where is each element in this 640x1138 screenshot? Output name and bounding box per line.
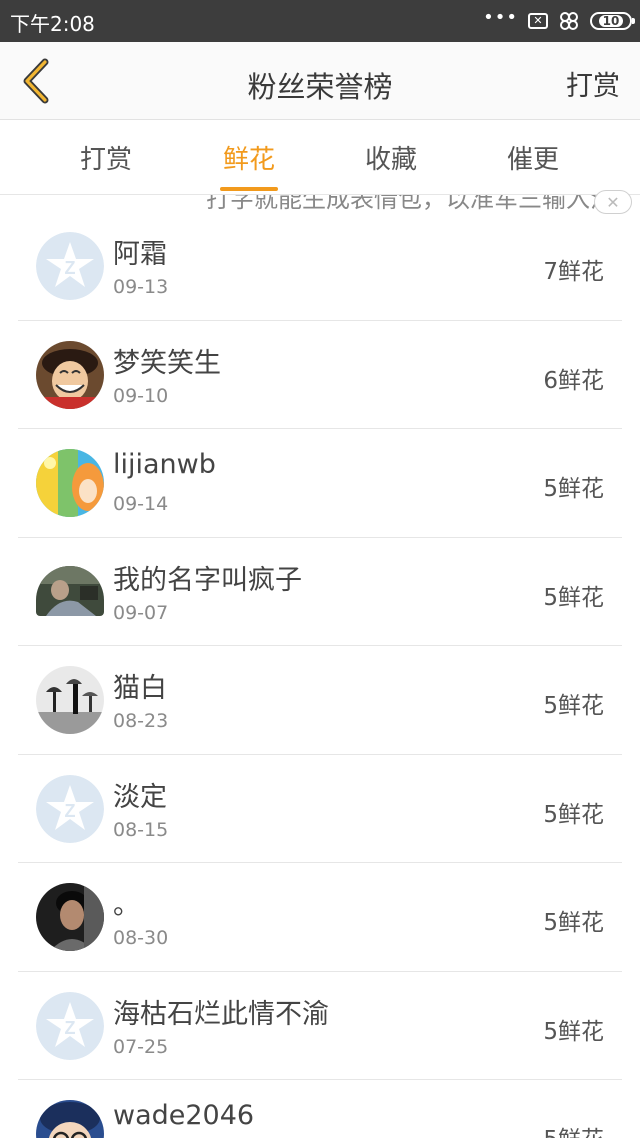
list-item[interactable]: 猫白 08-23 5鲜花: [0, 646, 640, 755]
portrait-avatar-icon: [36, 883, 104, 951]
tab-label: 鲜花: [222, 145, 275, 175]
user-date: 09-13: [113, 276, 169, 298]
avatar: Z: [36, 232, 104, 300]
avatar: Z: [36, 991, 104, 1060]
chevron-left-icon: [23, 58, 49, 104]
status-time: 下午2:08: [10, 12, 95, 36]
flower-count: 5鲜花: [543, 910, 604, 936]
flower-count: 5鲜花: [543, 1018, 604, 1045]
list-item[interactable]: Z 阿霜 09-13 7鲜花: [0, 212, 640, 321]
avatar: [36, 666, 104, 734]
battery-level: 10: [598, 15, 624, 27]
tab-label: 收藏: [364, 145, 417, 175]
cartoon-avatar-icon: [36, 1100, 104, 1138]
page-title: 粉丝荣誉榜: [247, 70, 393, 104]
user-name: 梦笑笑生: [113, 347, 221, 379]
avatar: [36, 565, 104, 616]
app-header: 粉丝荣誉榜 打赏: [0, 42, 640, 120]
list-item[interactable]: Z 海枯石烂此情不渝 07-25 5鲜花: [0, 972, 640, 1081]
flower-count: 5鲜花: [543, 693, 604, 719]
active-tab-indicator: [220, 187, 278, 191]
reward-button[interactable]: 打赏: [566, 64, 620, 103]
user-date: 08-23: [113, 710, 169, 732]
avatar: Z: [36, 774, 104, 843]
user-name: 阿霜: [113, 239, 167, 270]
svg-text:Z: Z: [65, 1018, 76, 1038]
flower-count: 6鲜花: [543, 367, 604, 394]
user-date: 09-07: [113, 601, 169, 624]
user-name: wade2046: [113, 1100, 255, 1131]
user-name: 猫白: [113, 673, 167, 704]
list-item[interactable]: Z 淡定 08-15 5鲜花: [0, 755, 640, 864]
tab-bar: 打赏 鲜花 收藏 催更: [0, 121, 640, 195]
default-avatar-icon: Z: [36, 991, 104, 1060]
tab-urge-update[interactable]: 催更: [473, 139, 593, 195]
sim-card-icon: ✕: [528, 13, 548, 29]
user-name: 。: [113, 890, 140, 921]
flower-count: 5鲜花: [543, 801, 604, 828]
user-date: 09-14: [113, 493, 169, 515]
list-item[interactable]: 。 08-30 5鲜花: [0, 863, 640, 972]
cartoon-avatar-icon: [36, 340, 104, 409]
list-item[interactable]: lijianwb 09-14 5鲜花: [0, 429, 640, 538]
notice-close-button[interactable]: ✕: [594, 190, 632, 214]
status-bar: 下午2:08 ••• ✕ 10: [0, 0, 640, 42]
fan-list: Z 阿霜 09-13 7鲜花 梦笑笑生 09-10 6鲜花 lijianwb 0…: [0, 212, 640, 1138]
flower-count: 5鲜花: [543, 584, 604, 611]
user-name: 淡定: [113, 781, 167, 813]
svg-text:Z: Z: [65, 801, 76, 821]
user-name: lijianwb: [113, 449, 216, 480]
avatar: [36, 1100, 104, 1138]
tab-flowers[interactable]: 鲜花: [189, 139, 309, 195]
avatar: [36, 340, 104, 409]
avatar: [36, 449, 104, 517]
avatar: [36, 883, 104, 951]
user-date: 08-30: [113, 927, 169, 949]
status-icons: ••• ✕ 10: [483, 7, 635, 34]
photo-avatar-icon: [36, 565, 104, 616]
colorful-avatar-icon: [36, 449, 104, 517]
tab-label: 催更: [506, 145, 559, 175]
user-date: 09-10: [113, 384, 169, 407]
user-date: 07-25: [113, 1035, 169, 1058]
flower-count: 5鲜花: [543, 1120, 604, 1138]
user-date: 08-15: [113, 818, 169, 841]
photo-avatar-icon: [36, 666, 104, 734]
flower-count: 7鲜花: [543, 259, 604, 285]
back-button[interactable]: [12, 56, 60, 106]
list-item[interactable]: wade2046 5鲜花: [0, 1080, 640, 1138]
clover-icon: [560, 12, 578, 30]
tab-favorites[interactable]: 收藏: [331, 139, 451, 195]
tab-reward[interactable]: 打赏: [46, 139, 166, 195]
default-avatar-icon: Z: [36, 232, 104, 300]
default-avatar-icon: Z: [36, 774, 104, 843]
list-item[interactable]: 我的名字叫疯子 09-07 5鲜花: [0, 538, 640, 647]
flower-count: 5鲜花: [543, 476, 604, 502]
tab-label: 打赏: [79, 145, 132, 175]
user-name: 海枯石烂此情不渝: [113, 998, 329, 1030]
close-icon: ✕: [606, 192, 620, 212]
user-name: 我的名字叫疯子: [113, 564, 302, 596]
list-item[interactable]: 梦笑笑生 09-10 6鲜花: [0, 321, 640, 430]
more-dots-icon: •••: [483, 7, 518, 28]
svg-text:Z: Z: [65, 258, 76, 278]
battery-icon: 10: [590, 12, 635, 30]
